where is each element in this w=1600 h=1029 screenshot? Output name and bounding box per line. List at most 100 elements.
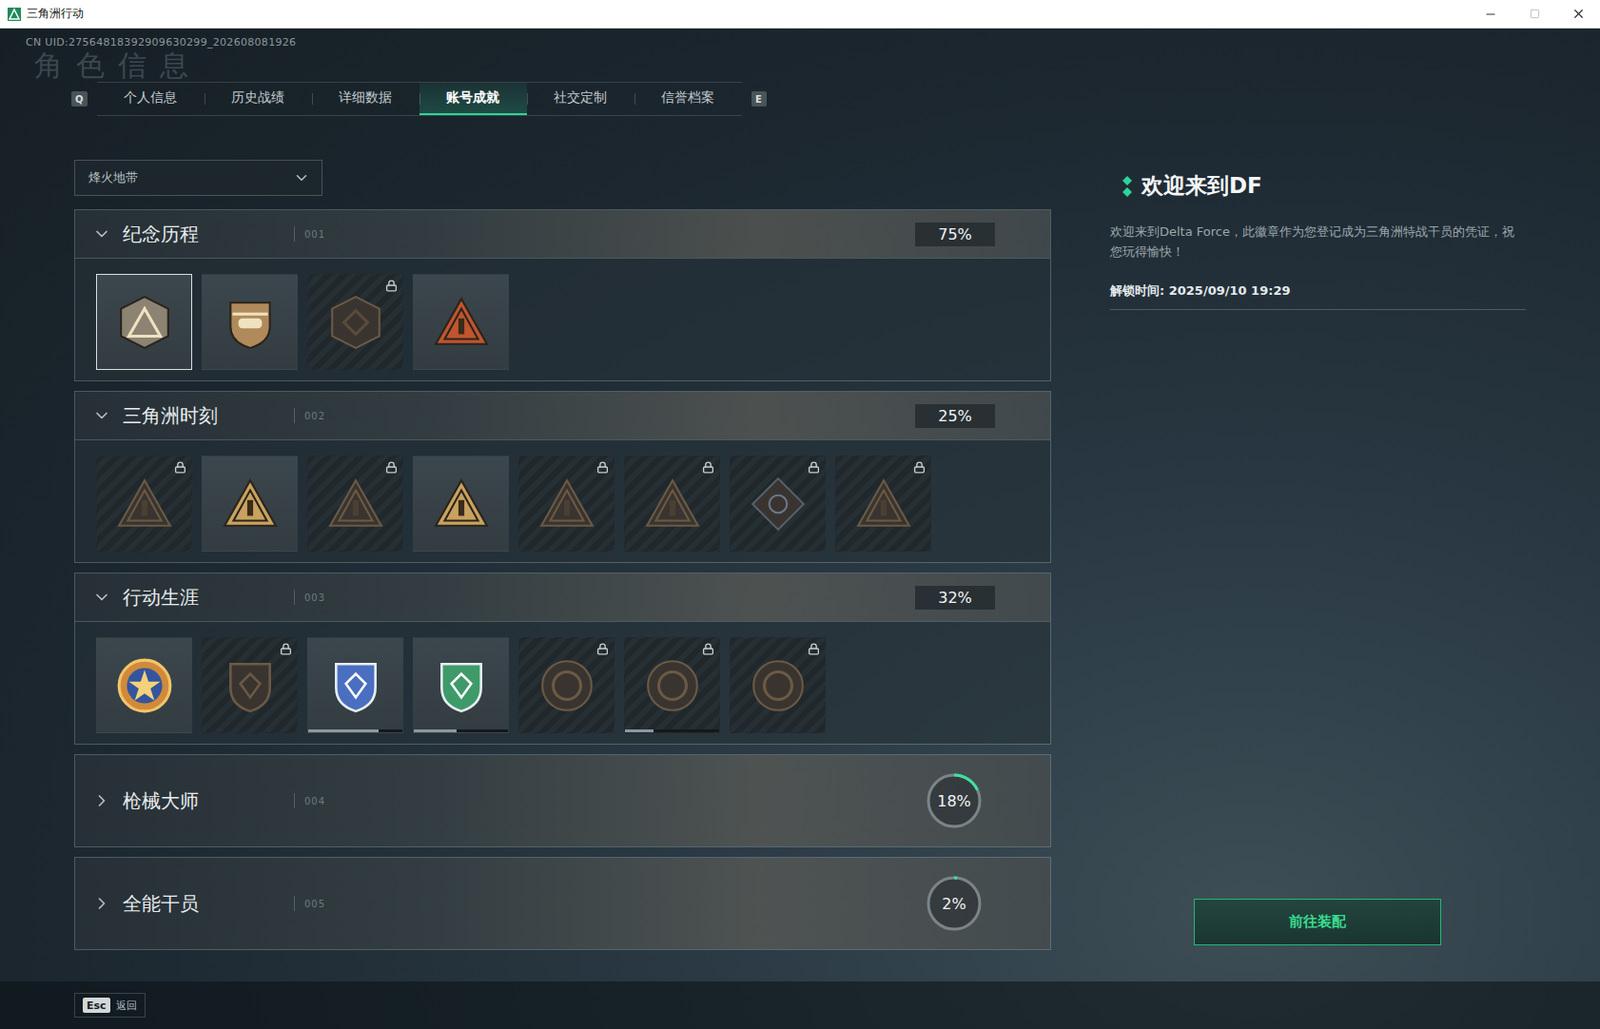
- section-percent: 75%: [915, 222, 996, 247]
- lock-icon: [913, 461, 926, 474]
- section-title: 全能干员: [122, 891, 294, 918]
- tab[interactable]: 账号成就: [419, 82, 527, 116]
- badge-tile[interactable]: [624, 637, 721, 734]
- badge-tile[interactable]: [96, 455, 193, 552]
- section-index: 003: [304, 592, 326, 604]
- section-header[interactable]: 全能干员 005 2%: [75, 858, 1051, 950]
- badge-tile[interactable]: [307, 273, 404, 371]
- lock-icon: [807, 643, 820, 656]
- tab[interactable]: 社交定制: [526, 82, 635, 116]
- badge-tile[interactable]: [201, 273, 298, 371]
- section-header[interactable]: 行动生涯00332%: [75, 573, 1051, 622]
- badge-row: [75, 439, 1051, 563]
- equip-button[interactable]: 前往装配: [1193, 898, 1442, 946]
- badge-tile[interactable]: [412, 273, 509, 371]
- badge-emblem-icon: [643, 474, 703, 534]
- section-percent: 2%: [941, 895, 966, 914]
- badge-emblem-icon: [115, 656, 175, 716]
- chevron-down-icon: [92, 587, 112, 607]
- badge-tile[interactable]: [729, 455, 826, 552]
- content: 烽火地带纪念历程00175%三角洲时刻00225%行动生涯00332%枪械大师0…: [0, 116, 1600, 982]
- header-divider: [293, 408, 295, 424]
- detail-title: 欢迎来到DF: [1141, 171, 1263, 201]
- badge-emblem-icon: [115, 292, 175, 352]
- section-header[interactable]: 枪械大师 004 18%: [75, 755, 1051, 847]
- close-icon: [1571, 6, 1586, 21]
- badge-tile[interactable]: [307, 455, 404, 552]
- badge-progress: [308, 729, 403, 733]
- achievement-section: 枪械大师 004 18%: [74, 754, 1052, 848]
- badge-row: [75, 621, 1051, 744]
- badge-tile[interactable]: [96, 273, 193, 371]
- badge-emblem-icon: [748, 656, 808, 716]
- badge-emblem-icon: [431, 656, 491, 716]
- section-title: 纪念历程: [122, 221, 294, 248]
- section-index: 002: [304, 410, 326, 422]
- next-tab-key[interactable]: E: [751, 91, 767, 107]
- tab-strip: 个人信息历史战绩详细数据账号成就社交定制信誉档案: [97, 81, 742, 117]
- section-title: 行动生涯: [122, 585, 294, 611]
- badge-emblem-icon: [115, 474, 175, 534]
- badge-progress-fill: [413, 729, 457, 733]
- tab[interactable]: 历史战绩: [204, 82, 313, 116]
- achievement-section: 三角洲时刻00225%: [74, 390, 1052, 564]
- tab[interactable]: 信誉档案: [634, 82, 742, 116]
- section-title: 三角洲时刻: [122, 403, 294, 430]
- badge-tile[interactable]: [96, 637, 193, 734]
- section-title: 枪械大师: [122, 788, 294, 815]
- uid-label: CN UID:27564818392909630299_202608081926: [25, 36, 1600, 50]
- header-divider: [293, 589, 295, 605]
- detail-description: 欢迎来到Delta Force，此徽章作为您登记成为三角洲特战干员的凭证，祝您玩…: [1110, 221, 1526, 262]
- header-divider: [293, 793, 295, 809]
- badge-emblem-icon: [854, 474, 914, 534]
- mode-select[interactable]: 烽火地带: [74, 159, 323, 196]
- section-index: 004: [304, 796, 326, 807]
- lock-icon: [596, 643, 609, 656]
- badge-tile[interactable]: [412, 637, 509, 734]
- section-index: 005: [304, 898, 326, 910]
- badge-emblem-icon: [326, 474, 386, 534]
- lock-icon: [807, 643, 820, 656]
- badge-tile[interactable]: [201, 455, 298, 552]
- tab[interactable]: 个人信息: [97, 82, 205, 116]
- back-hint[interactable]: Esc返回: [74, 993, 146, 1018]
- heading-watermark: 角色信息: [25, 49, 1600, 82]
- lock-icon: [596, 461, 609, 474]
- lock-icon: [702, 643, 715, 656]
- minimize-button[interactable]: [1468, 0, 1513, 28]
- lock-icon: [807, 461, 820, 474]
- lock-icon: [385, 461, 398, 474]
- achievement-section: 纪念历程00175%: [74, 209, 1052, 382]
- diamond-icon: [1122, 175, 1132, 197]
- maximize-button[interactable]: [1512, 0, 1557, 28]
- chevron-right-icon: [92, 791, 112, 811]
- badge-tile[interactable]: [412, 455, 509, 552]
- detail-title-row: 欢迎来到DF: [1110, 171, 1526, 201]
- badge-tile[interactable]: [729, 637, 826, 734]
- section-header[interactable]: 三角洲时刻00225%: [75, 391, 1051, 440]
- badge-tile[interactable]: [835, 455, 932, 552]
- badge-tile[interactable]: [307, 637, 404, 734]
- header-divider: [293, 226, 295, 242]
- lock-icon: [279, 643, 293, 656]
- header-divider: [293, 896, 295, 912]
- prev-tab-key[interactable]: Q: [71, 91, 88, 107]
- lock-icon: [702, 461, 715, 474]
- badge-tile[interactable]: [518, 455, 615, 552]
- progress-ring: 18%: [924, 771, 984, 831]
- app-logo-icon: [7, 7, 21, 21]
- back-label: 返回: [116, 998, 137, 1014]
- header: CN UID:27564818392909630299_202608081926…: [0, 28, 1600, 117]
- lock-icon: [385, 461, 398, 474]
- lock-icon: [174, 461, 187, 474]
- badge-tile[interactable]: [518, 637, 615, 734]
- window-controls: [1468, 0, 1600, 28]
- section-header[interactable]: 纪念历程00175%: [75, 210, 1051, 258]
- tab[interactable]: 详细数据: [312, 82, 420, 116]
- badge-tile[interactable]: [624, 455, 721, 552]
- close-button[interactable]: [1556, 0, 1600, 28]
- minimize-icon: [1483, 7, 1498, 21]
- badge-emblem-icon: [537, 656, 597, 716]
- badge-row: [75, 257, 1051, 381]
- badge-tile[interactable]: [201, 637, 298, 734]
